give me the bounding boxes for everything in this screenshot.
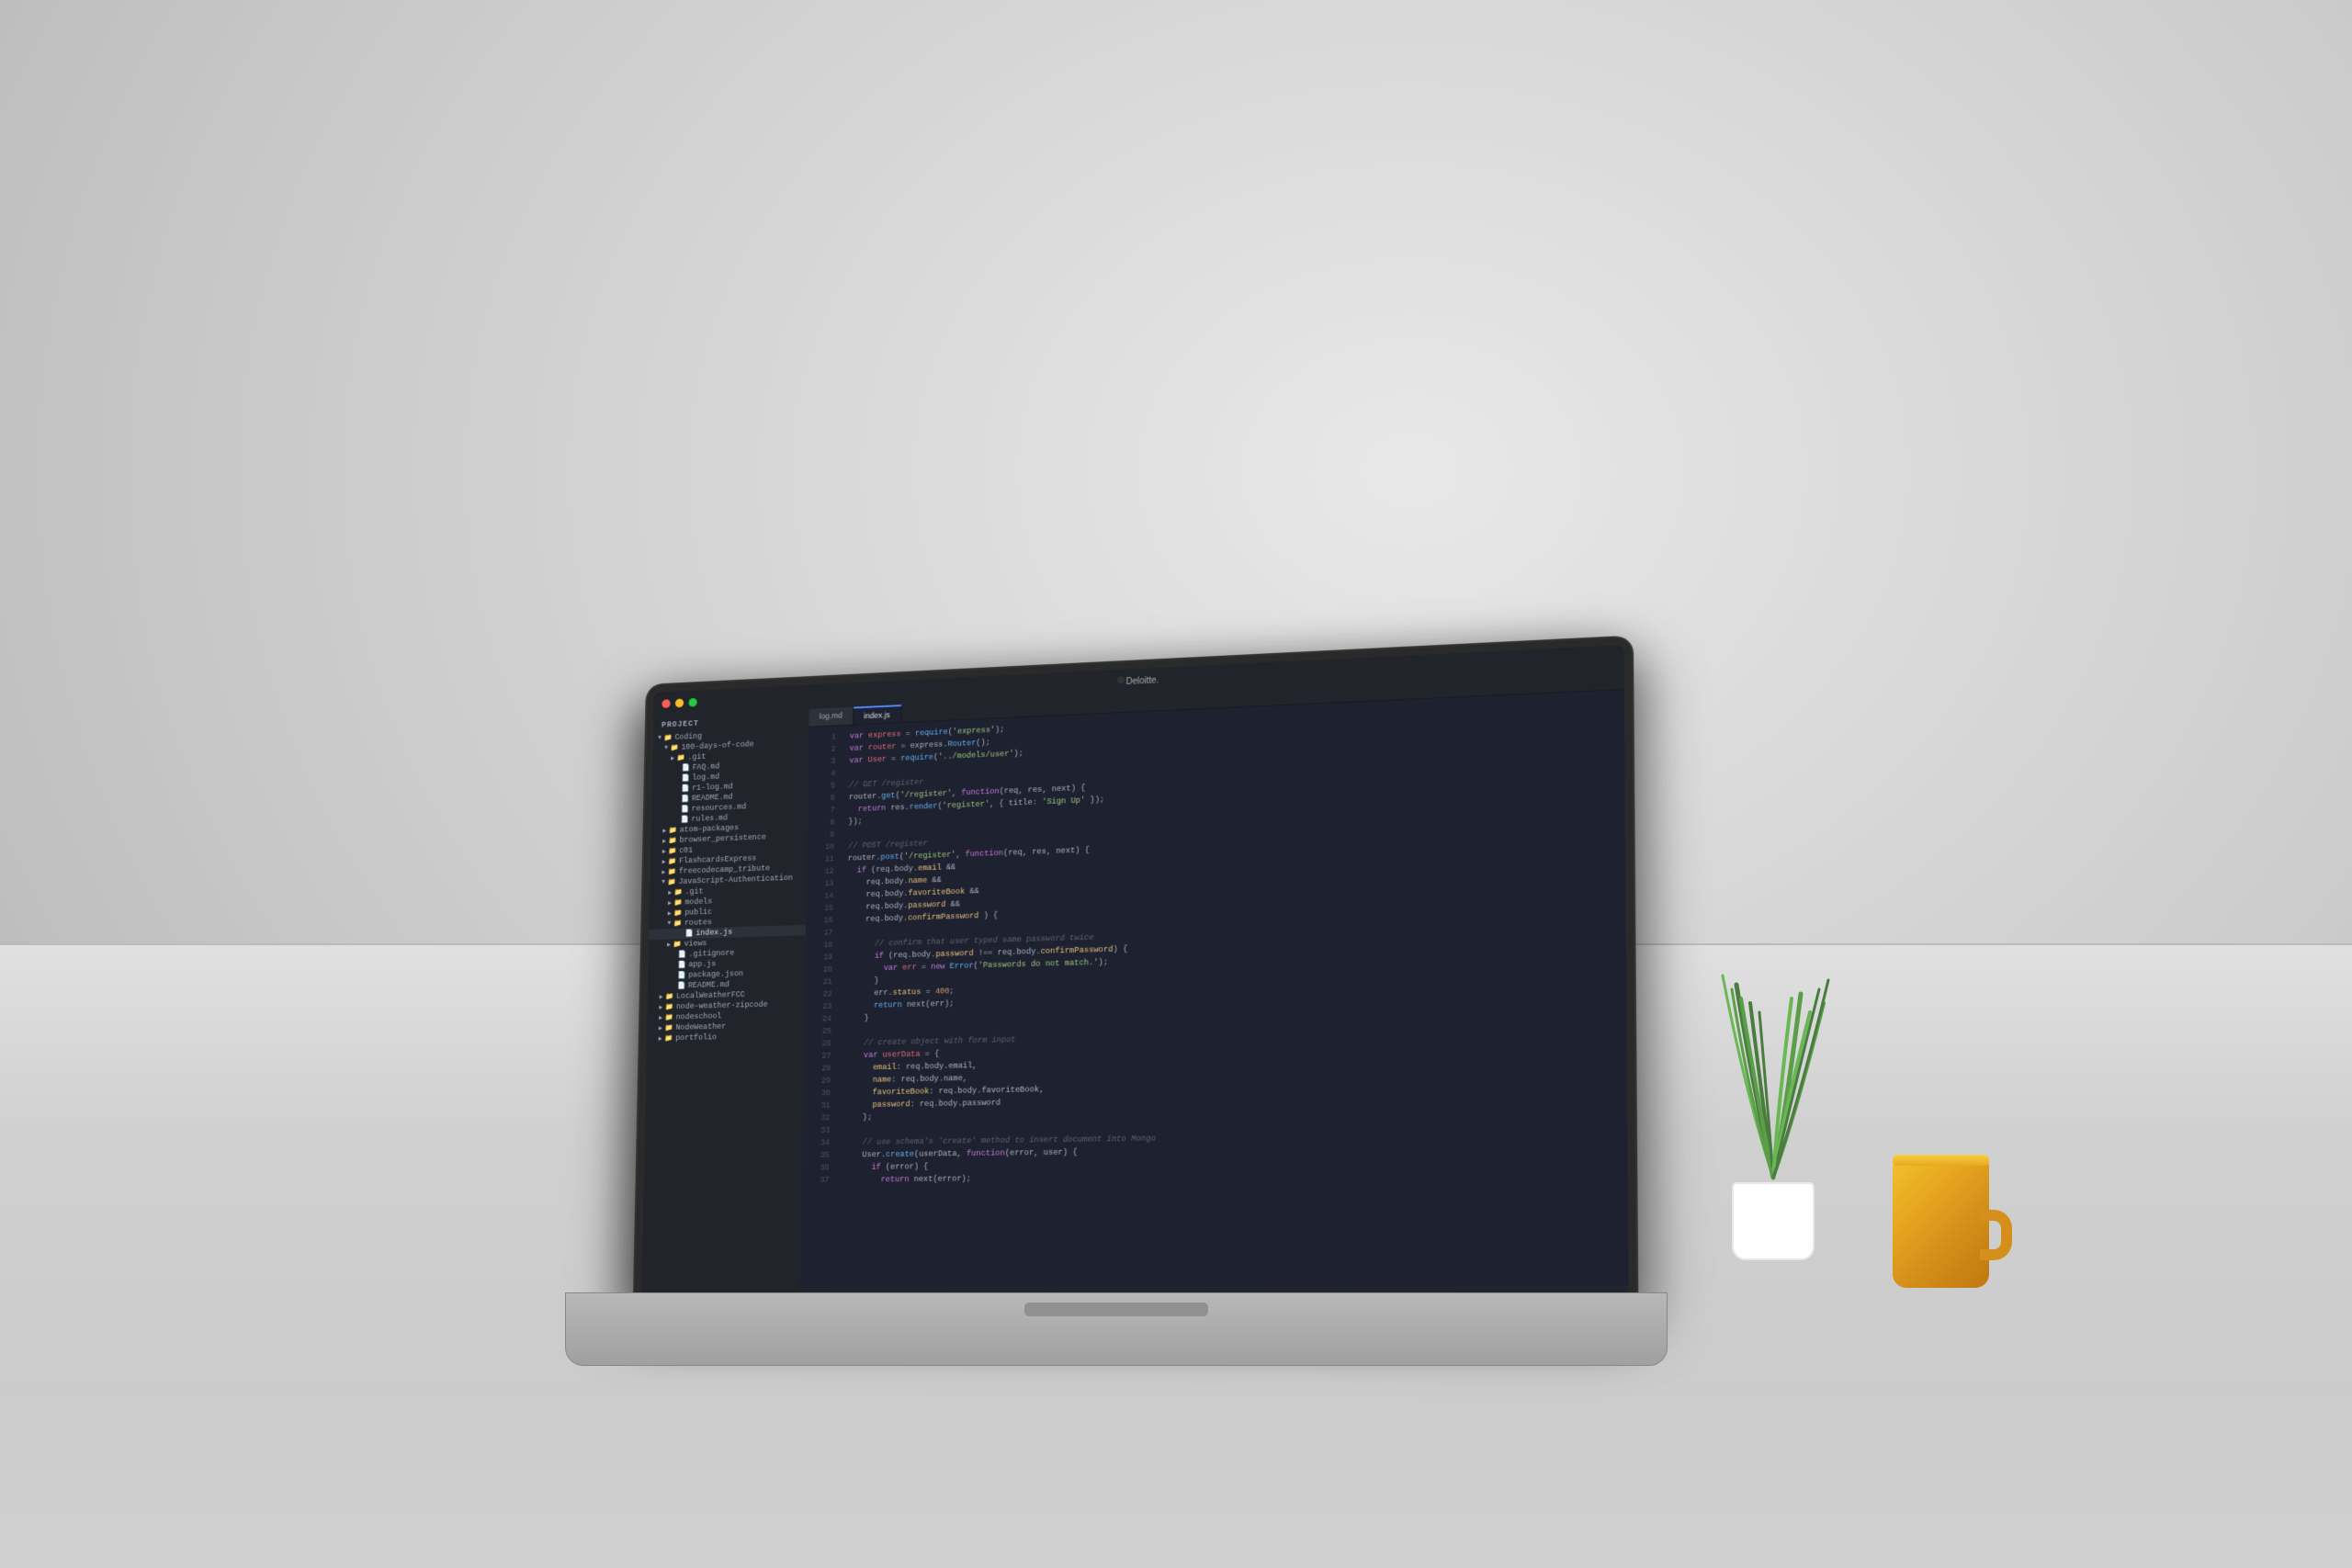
sidebar-item-portfolio[interactable]: ▶ 📁 portfolio <box>647 1031 804 1044</box>
folder-icon: 📁 <box>669 836 677 845</box>
tab-label: index.js <box>864 710 890 720</box>
laptop-screen: Deloitte. Project ▼ 📁 Coding ▼ 📁 100 <box>634 637 1636 1311</box>
folder-icon: 📁 <box>668 847 676 856</box>
file-icon: 📄 <box>682 763 690 773</box>
maximize-button[interactable] <box>688 698 696 707</box>
mug-body <box>1893 1159 1989 1288</box>
laptop-base <box>565 1292 1668 1366</box>
plant-pot <box>1732 1182 1815 1260</box>
code-editor-area: log.md index.js 123456789101112131415161… <box>799 671 1629 1303</box>
file-icon: 📄 <box>681 795 689 804</box>
file-icon: 📄 <box>681 815 689 824</box>
sidebar-label: NodeWeather <box>675 1022 726 1032</box>
folder-icon: 📁 <box>674 888 683 897</box>
folder-icon: 📁 <box>673 919 682 928</box>
close-button[interactable] <box>662 699 670 708</box>
chevron-right-icon: ▶ <box>671 754 674 762</box>
chevron-down-icon: ▼ <box>667 920 671 928</box>
file-explorer-sidebar[interactable]: Project ▼ 📁 Coding ▼ 📁 100-days-of-code … <box>641 709 809 1303</box>
sidebar-label: README.md <box>692 793 733 803</box>
chevron-right-icon: ▶ <box>668 899 672 908</box>
screen-content: Deloitte. Project ▼ 📁 Coding ▼ 📁 100 <box>641 645 1629 1303</box>
chevron-right-icon: ▶ <box>660 993 663 1001</box>
folder-icon: 📁 <box>671 743 679 752</box>
sidebar-label: nodeschool <box>676 1012 722 1022</box>
folder-icon: 📁 <box>665 1013 673 1022</box>
chevron-right-icon: ▶ <box>662 848 666 856</box>
folder-icon: 📁 <box>668 867 676 876</box>
sidebar-label: .git <box>687 752 706 761</box>
tab-indexjs[interactable]: index.js <box>854 705 901 724</box>
chevron-right-icon: ▶ <box>662 868 665 876</box>
sidebar-label: routes <box>684 918 712 927</box>
folder-icon: 📁 <box>673 908 682 918</box>
file-md-icon: 📄 <box>677 981 685 990</box>
tab-logmd[interactable]: log.md <box>808 707 854 727</box>
chevron-down-icon: ▼ <box>664 745 668 752</box>
mug-top <box>1893 1155 1989 1166</box>
folder-icon: 📁 <box>665 992 673 1001</box>
sidebar-label: rules.md <box>691 814 728 824</box>
sidebar-label: public <box>684 908 712 917</box>
sidebar-label: .gitignore <box>689 949 735 959</box>
sidebar-label: FAQ.md <box>693 762 720 773</box>
sidebar-label: r1-log.md <box>692 783 733 793</box>
tab-label: log.md <box>820 711 842 721</box>
folder-icon: 📁 <box>664 1023 673 1032</box>
chevron-right-icon: ▶ <box>659 1003 662 1011</box>
folder-icon: 📁 <box>665 1002 673 1011</box>
sidebar-label-coding: Coding <box>674 732 702 742</box>
chevron-right-icon: ▶ <box>662 837 666 845</box>
file-icon: 📄 <box>681 784 689 794</box>
chevron-right-icon: ▶ <box>659 1034 662 1043</box>
chevron-right-icon: ▶ <box>668 888 672 897</box>
minimize-button[interactable] <box>675 699 684 708</box>
chevron-down-icon: ▼ <box>662 879 665 886</box>
folder-icon: 📁 <box>664 733 673 742</box>
folder-icon: 📁 <box>668 877 676 886</box>
folder-icon: 📁 <box>669 826 677 835</box>
laptop: Deloitte. Project ▼ 📁 Coding ▼ 📁 100 <box>519 649 1713 1311</box>
folder-icon: 📁 <box>677 753 685 762</box>
folder-icon: 📁 <box>668 857 676 866</box>
chevron-down-icon: ▼ <box>658 735 662 742</box>
folder-icon: 📁 <box>664 1034 673 1043</box>
sidebar-label: README.md <box>688 980 729 990</box>
chevron-right-icon: ▶ <box>662 827 666 835</box>
folder-icon: 📁 <box>674 898 683 908</box>
sidebar-label: .git <box>685 887 704 897</box>
sidebar-label: index.js <box>695 928 732 938</box>
chevron-right-icon: ▶ <box>659 1024 662 1032</box>
ide-main-layout: Project ▼ 📁 Coding ▼ 📁 100-days-of-code … <box>641 671 1629 1303</box>
sidebar-label: LocalWeatherFCC <box>676 990 745 1000</box>
sidebar-label: app.js <box>688 960 716 969</box>
sidebar-label: portfolio <box>675 1033 717 1043</box>
file-icon: 📄 <box>677 971 685 980</box>
file-js-icon: 📄 <box>677 961 685 970</box>
sidebar-label: package.json <box>688 969 743 979</box>
chevron-right-icon: ▶ <box>659 1014 662 1022</box>
file-icon: 📄 <box>678 950 686 959</box>
desk-reflection <box>0 1384 2352 1568</box>
folder-icon: 📁 <box>673 940 682 949</box>
file-js-icon: 📄 <box>684 929 693 938</box>
chevron-right-icon: ▶ <box>662 858 666 866</box>
sidebar-label: log.md <box>692 773 719 783</box>
file-icon: 📄 <box>681 773 689 783</box>
file-icon: 📄 <box>681 805 689 814</box>
sidebar-label: views <box>684 939 707 948</box>
chevron-right-icon: ▶ <box>667 941 671 949</box>
sidebar-label: c01 <box>679 846 693 855</box>
yellow-mug <box>1883 1136 2012 1288</box>
mug-handle <box>1980 1210 2012 1260</box>
code-scroll-area[interactable]: 1234567891011121314151617181920212223242… <box>799 690 1628 1288</box>
code-display[interactable]: var express = require('express'); var ro… <box>834 690 1628 1288</box>
sidebar-label: models <box>684 897 712 907</box>
chevron-right-icon: ▶ <box>668 909 672 918</box>
